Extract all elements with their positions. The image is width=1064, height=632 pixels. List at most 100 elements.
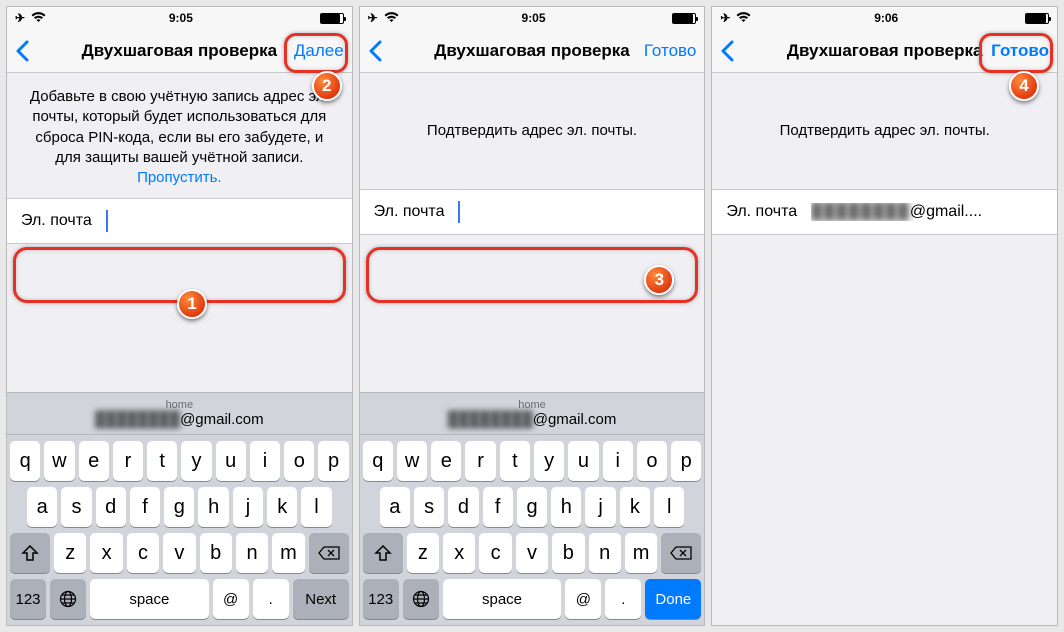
kbd-row-2: a s d f g h j k l (360, 481, 705, 527)
key-at[interactable]: @ (565, 579, 601, 619)
key-b[interactable]: b (552, 533, 584, 573)
key-j[interactable]: j (585, 487, 615, 527)
kbd-row-1: q w e r t y u i o p (7, 435, 352, 481)
key-d[interactable]: d (448, 487, 478, 527)
key-next[interactable]: Next (293, 579, 349, 619)
battery-icon (320, 13, 344, 24)
status-time: 9:05 (169, 11, 193, 25)
description-text: Подтвердить адрес эл. почты. (712, 73, 1057, 189)
key-v[interactable]: v (516, 533, 548, 573)
back-button[interactable] (7, 40, 37, 62)
key-j[interactable]: j (233, 487, 263, 527)
key-dot[interactable]: . (605, 579, 641, 619)
key-o[interactable]: o (284, 441, 314, 481)
key-z[interactable]: z (54, 533, 86, 573)
key-s[interactable]: s (414, 487, 444, 527)
description-text: Добавьте в свою учётную запись адрес эл.… (7, 73, 352, 198)
key-n[interactable]: n (589, 533, 621, 573)
key-g[interactable]: g (164, 487, 194, 527)
battery-icon (1025, 13, 1049, 24)
key-k[interactable]: k (620, 487, 650, 527)
key-s[interactable]: s (61, 487, 91, 527)
key-space[interactable]: space (443, 579, 562, 619)
key-shift[interactable] (363, 533, 403, 573)
key-b[interactable]: b (200, 533, 232, 573)
key-i[interactable]: i (603, 441, 633, 481)
key-e[interactable]: e (79, 441, 109, 481)
key-d[interactable]: d (96, 487, 126, 527)
kbd-row-4: 123 space @ . Done (360, 573, 705, 625)
nav-next-button[interactable]: Далее (294, 41, 344, 61)
key-a[interactable]: a (27, 487, 57, 527)
key-y[interactable]: y (534, 441, 564, 481)
nav-done-button[interactable]: Готово (991, 41, 1049, 61)
status-bar: ✈ 9:06 (712, 7, 1057, 29)
key-h[interactable]: h (551, 487, 581, 527)
key-t[interactable]: t (500, 441, 530, 481)
key-x[interactable]: x (90, 533, 122, 573)
email-value: ████████@gmail.... (811, 203, 1043, 221)
key-l[interactable]: l (301, 487, 331, 527)
description-text: Подтвердить адрес эл. почты. (360, 73, 705, 189)
key-backspace[interactable] (661, 533, 701, 573)
key-z[interactable]: z (407, 533, 439, 573)
key-globe[interactable] (403, 579, 439, 619)
status-bar: ✈ 9:05 (7, 7, 352, 29)
key-123[interactable]: 123 (363, 579, 399, 619)
email-field-row[interactable]: Эл. почта (7, 198, 352, 244)
key-p[interactable]: p (318, 441, 348, 481)
back-button[interactable] (712, 40, 742, 62)
key-k[interactable]: k (267, 487, 297, 527)
kbd-row-4: 123 space @ . Next (7, 573, 352, 625)
key-v[interactable]: v (163, 533, 195, 573)
key-h[interactable]: h (198, 487, 228, 527)
key-t[interactable]: t (147, 441, 177, 481)
key-m[interactable]: m (272, 533, 304, 573)
key-backspace[interactable] (309, 533, 349, 573)
key-dot[interactable]: . (253, 579, 289, 619)
email-field-row[interactable]: Эл. почта (360, 189, 705, 235)
email-field-row[interactable]: Эл. почта ████████@gmail.... (712, 189, 1057, 235)
key-done[interactable]: Done (645, 579, 701, 619)
key-o[interactable]: o (637, 441, 667, 481)
key-p[interactable]: p (671, 441, 701, 481)
key-l[interactable]: l (654, 487, 684, 527)
key-f[interactable]: f (130, 487, 160, 527)
key-q[interactable]: q (363, 441, 393, 481)
key-i[interactable]: i (250, 441, 280, 481)
key-f[interactable]: f (483, 487, 513, 527)
key-x[interactable]: x (443, 533, 475, 573)
key-u[interactable]: u (216, 441, 246, 481)
key-q[interactable]: q (10, 441, 40, 481)
kbd-row-3: z x c v b n m (360, 527, 705, 573)
key-y[interactable]: y (181, 441, 211, 481)
wifi-icon (384, 11, 399, 26)
key-c[interactable]: c (127, 533, 159, 573)
skip-link[interactable]: Пропустить. (137, 169, 222, 186)
key-123[interactable]: 123 (10, 579, 46, 619)
key-a[interactable]: a (380, 487, 410, 527)
key-e[interactable]: e (431, 441, 461, 481)
key-n[interactable]: n (236, 533, 268, 573)
keyboard-suggestion-bar[interactable]: home ████████@gmail.com (7, 393, 352, 435)
airplane-icon: ✈ (15, 11, 25, 25)
wifi-icon (736, 11, 751, 26)
key-globe[interactable] (50, 579, 86, 619)
keyboard-suggestion-bar[interactable]: home ████████@gmail.com (360, 393, 705, 435)
key-g[interactable]: g (517, 487, 547, 527)
keyboard: home ████████@gmail.com q w e r t y u i … (360, 392, 705, 625)
key-at[interactable]: @ (213, 579, 249, 619)
key-c[interactable]: c (479, 533, 511, 573)
key-w[interactable]: w (397, 441, 427, 481)
back-button[interactable] (360, 40, 390, 62)
key-w[interactable]: w (44, 441, 74, 481)
key-shift[interactable] (10, 533, 50, 573)
key-r[interactable]: r (113, 441, 143, 481)
key-r[interactable]: r (465, 441, 495, 481)
key-space[interactable]: space (90, 579, 209, 619)
nav-done-button[interactable]: Готово (644, 41, 697, 61)
nav-bar: Двухшаговая проверка Далее (7, 29, 352, 73)
key-m[interactable]: m (625, 533, 657, 573)
key-u[interactable]: u (568, 441, 598, 481)
nav-bar: Двухшаговая проверка Готово (712, 29, 1057, 73)
